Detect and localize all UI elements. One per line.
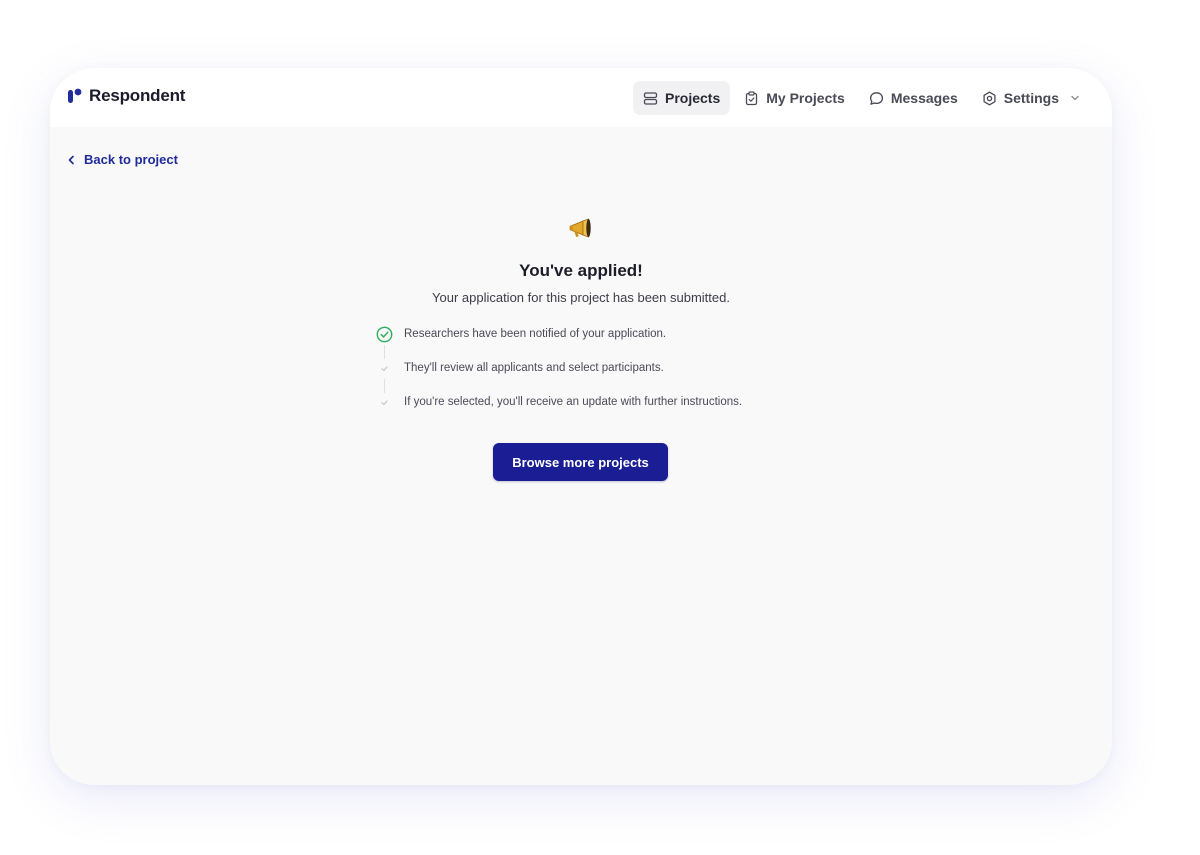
- step-text: If you're selected, you'll receive an up…: [404, 396, 743, 408]
- step-text: Researchers have been notified of your a…: [404, 328, 667, 340]
- list-item: If you're selected, you'll receive an up…: [376, 394, 742, 428]
- app-window: Respondent Projects My Projects Messages…: [50, 68, 1112, 785]
- nav-item-label: Settings: [1003, 90, 1059, 106]
- nav-item-projects[interactable]: Projects: [632, 81, 731, 115]
- step-text: They'll review all applicants and select…: [404, 362, 664, 374]
- list-item: Researchers have been notified of your a…: [376, 326, 742, 360]
- nav-item-label: My Projects: [766, 90, 845, 106]
- step-connector: [384, 345, 385, 359]
- browse-more-projects-button[interactable]: Browse more projects: [493, 443, 668, 481]
- chat-bubble-icon: [869, 91, 883, 105]
- confirmation-subtitle: Your application for this project has be…: [432, 290, 730, 305]
- nav-item-settings[interactable]: Settings: [972, 81, 1090, 115]
- nav-item-label: Messages: [890, 90, 958, 106]
- step-connector: [384, 379, 385, 393]
- top-navigation-bar: Respondent Projects My Projects Messages…: [50, 68, 1112, 127]
- projects-icon: [643, 91, 658, 105]
- main-nav: Projects My Projects Messages Settings: [632, 81, 1090, 115]
- check-icon: [381, 366, 388, 372]
- chevron-left-icon: [68, 155, 74, 164]
- nav-item-messages[interactable]: Messages: [859, 81, 968, 115]
- respondent-logo-icon: [68, 88, 82, 103]
- check-circle-icon: [376, 326, 393, 343]
- clipboard-icon: [746, 90, 758, 105]
- back-to-project-link[interactable]: Back to project: [67, 152, 178, 167]
- brand-name: Respondent: [89, 86, 186, 105]
- chevron-down-icon: [1071, 95, 1079, 101]
- nav-item-my-projects[interactable]: My Projects: [734, 81, 855, 115]
- brand[interactable]: Respondent: [67, 86, 185, 106]
- back-link-label: Back to project: [84, 152, 178, 167]
- confirmation-panel: You've applied! Your application for thi…: [50, 216, 1112, 481]
- check-icon: [381, 400, 388, 406]
- list-item: They'll review all applicants and select…: [376, 360, 742, 394]
- next-steps-list: Researchers have been notified of your a…: [376, 326, 742, 428]
- gear-icon: [983, 91, 996, 105]
- confirmation-title: You've applied!: [519, 261, 643, 280]
- nav-item-label: Projects: [664, 90, 721, 106]
- megaphone-icon: [569, 218, 591, 238]
